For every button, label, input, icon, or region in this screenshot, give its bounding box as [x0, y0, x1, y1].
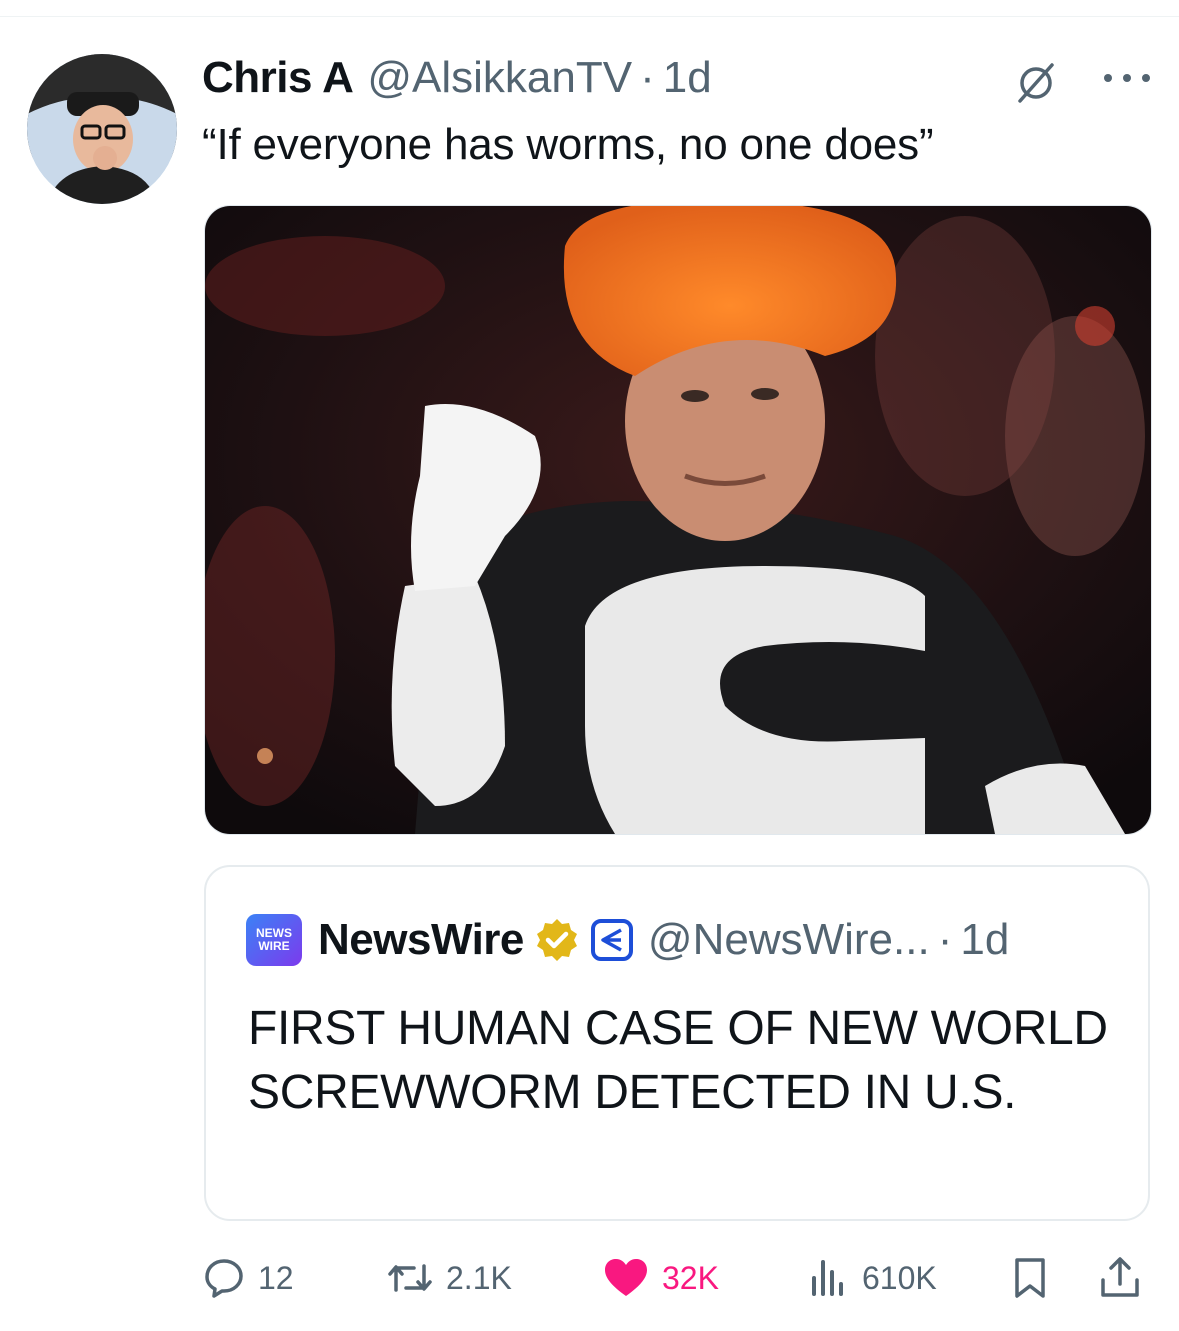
separator-dot: ·: [640, 53, 655, 102]
share-button[interactable]: [1098, 1248, 1142, 1308]
share-icon: [1101, 1257, 1139, 1297]
timestamp[interactable]: 1d: [663, 53, 712, 103]
like-count: 32K: [662, 1259, 719, 1296]
reply-count: 12: [258, 1259, 294, 1296]
action-bar: 12 2.1K 32K 610K: [202, 1248, 1150, 1308]
repost-count: 2.1K: [446, 1259, 512, 1296]
views-count: 610K: [862, 1259, 937, 1296]
repost-button[interactable]: 2.1K: [386, 1248, 512, 1308]
newswire-logo[interactable]: NEWS WIRE: [246, 914, 302, 966]
quoted-display-name[interactable]: NewsWire: [318, 915, 524, 965]
quoted-timestamp[interactable]: 1d: [960, 915, 1009, 965]
top-divider: [0, 16, 1179, 17]
quoted-tweet-text: FIRST HUMAN CASE OF NEW WORLD SCREWWORM …: [248, 1002, 1108, 1119]
affiliation-badge-icon[interactable]: [590, 918, 634, 962]
quoted-handle[interactable]: @NewsWire...: [648, 915, 930, 965]
like-button[interactable]: 32K: [602, 1248, 719, 1308]
grok-icon[interactable]: [1016, 63, 1056, 103]
quoted-tweet-header: NEWS WIRE NewsWire @NewsWire... · 1d: [246, 913, 1009, 967]
reply-icon: [205, 1259, 243, 1298]
views-button[interactable]: 610K: [806, 1248, 937, 1308]
more-icon[interactable]: [1104, 64, 1150, 92]
avatar[interactable]: [27, 54, 177, 204]
display-name[interactable]: Chris A: [202, 53, 354, 103]
heart-icon: [605, 1259, 647, 1296]
handle[interactable]: @AlsikkanTV: [367, 53, 632, 103]
tweet-image[interactable]: [204, 205, 1152, 835]
quoted-tweet[interactable]: NEWS WIRE NewsWire @NewsWire... · 1d FIR…: [204, 865, 1150, 1221]
tweet-header: Chris A @AlsikkanTV · 1d: [202, 52, 712, 104]
separator-dot: ·: [937, 915, 953, 964]
repost-icon: [388, 1264, 432, 1292]
bookmark-icon: [1015, 1258, 1045, 1298]
reply-button[interactable]: 12: [202, 1248, 294, 1308]
tweet-text: “If everyone has worms, no one does”: [202, 120, 934, 169]
bookmark-button[interactable]: [1010, 1248, 1050, 1308]
verified-badge-icon[interactable]: [534, 917, 580, 963]
views-icon: [812, 1260, 843, 1296]
